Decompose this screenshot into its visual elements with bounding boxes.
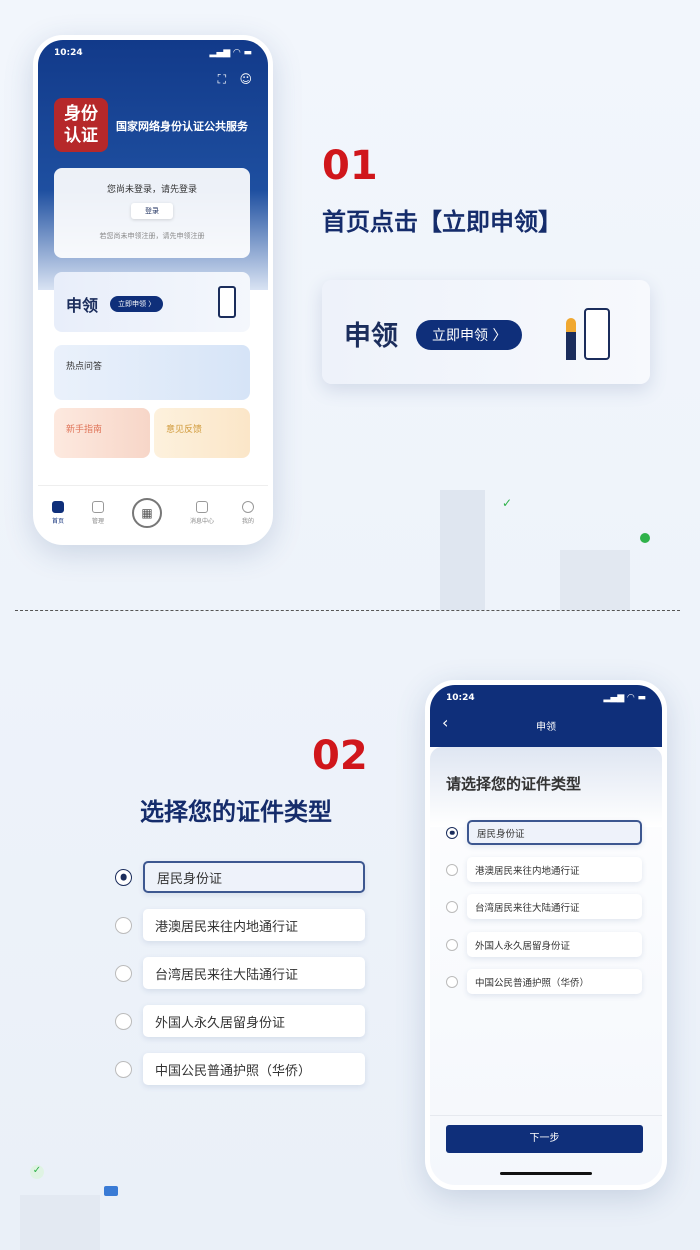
login-prompt: 您尚未登录，请先登录 [106, 185, 197, 195]
nav-qr[interactable]: ▦ [131, 498, 162, 528]
plus-icon [640, 533, 650, 543]
status-time: 10:24 [54, 48, 83, 58]
option-item[interactable]: 台湾居民来往大陆通行证 [446, 894, 642, 919]
clipboard-icon [91, 501, 104, 513]
signal-battery-icon: ▂▄▆ ◠ ▬ [209, 48, 252, 58]
feedback-card[interactable]: 意见反馈 [154, 408, 250, 458]
person-phone-illustration [584, 308, 610, 360]
option-item[interactable]: 居民身份证 [446, 820, 642, 845]
nav-messages[interactable]: 消息中心 [190, 501, 214, 525]
select-id-phone-mockup: 10:24 ▂▄▆ ◠ ▬ ‹ 申领 请选择您的证件类型 居民身份证 港澳居民来往… [425, 680, 667, 1190]
check-icon: ✓ [502, 496, 513, 510]
profile-icon[interactable]: ☺ [239, 72, 252, 86]
phone2-heading: 请选择您的证件类型 [446, 775, 582, 793]
option-item[interactable]: 居民身份证 [115, 861, 365, 893]
message-icon [195, 501, 208, 513]
service-title: 国家网络身份认证公共服务 [116, 120, 248, 133]
banner-title: 申领 [344, 321, 398, 352]
qr-code-icon: ▦ [131, 498, 162, 528]
nav-home[interactable]: 首页 [51, 501, 64, 525]
phone2-header: 10:24 ▂▄▆ ◠ ▬ ‹ 申领 [430, 685, 662, 747]
option-item[interactable]: 外国人永久居留身份证 [446, 932, 642, 957]
home-icon [51, 501, 64, 513]
person-illustration [566, 318, 576, 360]
option-item[interactable]: 港澳居民来往内地通行证 [446, 857, 642, 882]
home-phone-mockup: 10:24 ▂▄▆ ◠ ▬ ⛶ ☺ 身份 认证 国家网络身份认证公共服务 您尚未登录… [33, 35, 273, 545]
register-hint[interactable]: 若您尚未申领注册，请先申领注册 [54, 231, 250, 241]
scan-icon[interactable]: ⛶ [218, 72, 226, 87]
home-header: 10:24 ▂▄▆ ◠ ▬ ⛶ ☺ 身份 认证 国家网络身份认证公共服务 您尚未登录… [38, 40, 268, 290]
city-illustration-3 [20, 1195, 100, 1250]
banner-apply-button[interactable]: 立即申领 〉 [416, 320, 523, 350]
login-button[interactable]: 登录 [131, 203, 173, 219]
step1-number: 01 [322, 143, 378, 189]
login-card: 您尚未登录，请先登录 登录 若您尚未申领注册，请先申领注册 [54, 168, 250, 258]
nav-me[interactable]: 我的 [241, 501, 254, 525]
phone2-title: 申领 [536, 722, 556, 733]
apply-title: 申领 [66, 296, 99, 315]
guide-card[interactable]: 新手指南 [54, 408, 150, 458]
option-item[interactable]: 外国人永久居留身份证 [115, 1005, 365, 1037]
status-bar: 10:24 ▂▄▆ ◠ ▬ [38, 40, 268, 66]
step2-title: 选择您的证件类型 [140, 798, 332, 826]
option-item[interactable]: 中国公民普通护照（华侨） [446, 969, 642, 994]
option-item[interactable]: 台湾居民来往大陆通行证 [115, 957, 365, 989]
step2-number: 02 [312, 733, 368, 779]
step1-title: 首页点击【立即申领】 [322, 208, 562, 236]
nav-manage[interactable]: 管理 [91, 501, 104, 525]
option-item[interactable]: 港澳居民来往内地通行证 [115, 909, 365, 941]
user-icon [241, 501, 254, 513]
faq-card[interactable]: 热点问答 [54, 345, 250, 400]
id-card-icon [104, 1186, 118, 1196]
city-illustration [440, 490, 485, 610]
id-auth-logo: 身份 认证 [54, 98, 108, 152]
person-phone-illustration [218, 286, 236, 318]
step1-banner: 申领 立即申领 〉 [322, 280, 650, 384]
bottom-nav: 首页 管理 ▦ 消息中心 我的 [38, 485, 268, 540]
option-item[interactable]: 中国公民普通护照（华侨） [115, 1053, 365, 1085]
section-divider [15, 610, 680, 611]
city-illustration-2 [560, 550, 630, 610]
check-icon: ✓ [30, 1165, 44, 1179]
home-indicator [500, 1172, 592, 1175]
apply-now-button[interactable]: 立即申领 〉 [110, 296, 164, 312]
apply-banner[interactable]: 申领 立即申领 〉 [54, 272, 250, 332]
signal-battery-icon: ▂▄▆ ◠ ▬ [603, 693, 646, 703]
next-step-button[interactable]: 下一步 [446, 1125, 643, 1153]
